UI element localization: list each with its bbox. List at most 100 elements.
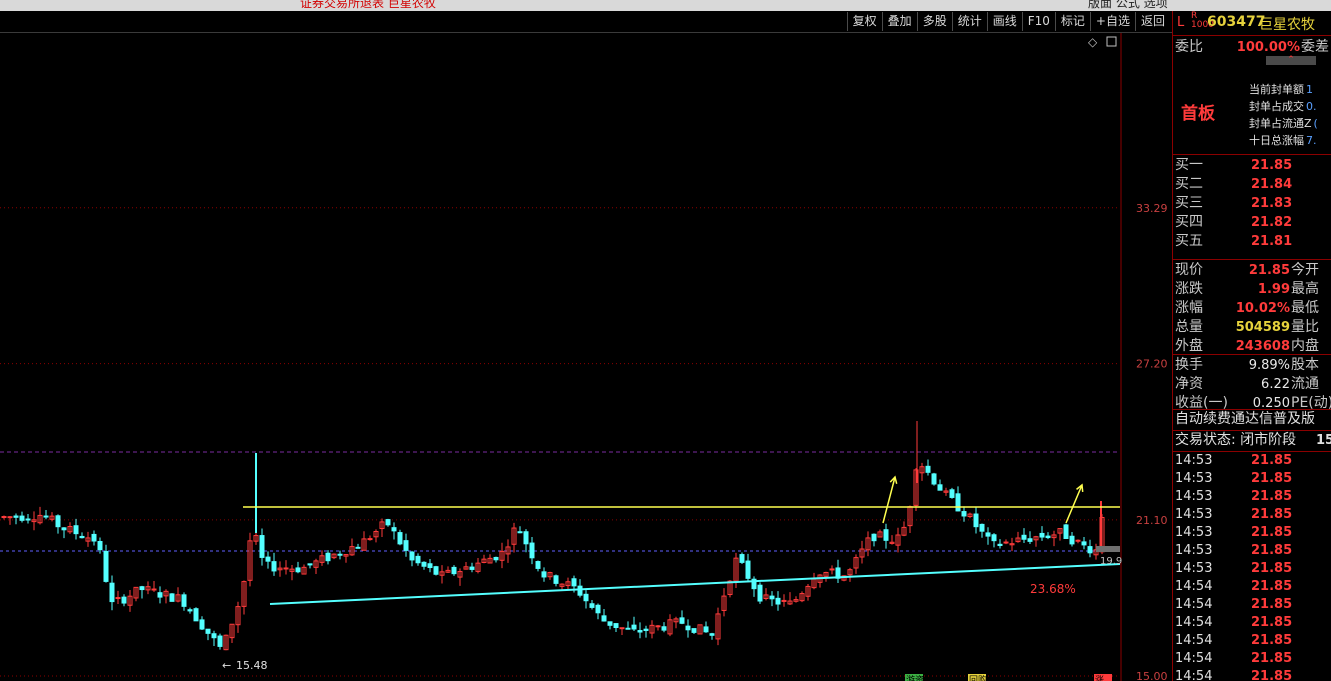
fund-value: 6.22 [1261,377,1290,392]
toolbar-button-2[interactable]: 多股 [916,12,952,31]
bid-label: 买五 [1175,233,1203,249]
tick-price: 21.85 [1251,561,1293,576]
divider [1173,259,1331,260]
candle-body [403,540,409,551]
toolbar-button-6[interactable]: 标记 [1054,12,1090,31]
candle-body [391,527,397,532]
tick-time: 14:53 [1175,471,1213,486]
tick-price: 21.85 [1251,489,1293,504]
candle-body [421,561,427,567]
last-price-badge [1096,546,1120,552]
tick-price: 21.85 [1251,597,1293,612]
quote-value: 504589 [1235,320,1290,335]
tick-row[interactable]: 14:53 21.85 [1173,470,1331,488]
candle-body [1087,546,1093,554]
tick-row[interactable]: 14:54 21.85 [1173,614,1331,632]
candle-body [541,571,547,578]
toolbar-button-4[interactable]: 画线 [986,12,1022,31]
tick-row[interactable]: 14:54 21.85 [1173,668,1331,681]
toolbar-button-3[interactable]: 统计 [951,12,987,31]
fund-label2: 股本 [1291,357,1319,373]
candle-body [61,527,67,531]
promo-row[interactable]: 自动续费通达信普及版 [1173,410,1331,429]
tick-row[interactable]: 14:53 21.85 [1173,542,1331,560]
candle-body [217,635,223,647]
candle-body [25,518,31,521]
tick-time: 14:53 [1175,561,1213,576]
kline-chart[interactable]: 33.29 27.20 21.10 15.00 ← 15.48 23.68% 19.9 游资 回购… [0,33,1172,681]
candle-body [703,626,709,633]
stock-code: 603477 [1207,14,1266,30]
candle-body [433,566,439,575]
seal-item-value: 0. [1306,100,1317,113]
candle-body [19,515,25,521]
kline-svg[interactable]: 33.29 27.20 21.10 15.00 ← 15.48 23.68% 19.9 游资 回购… [0,33,1172,681]
weicha-label: 委差 [1301,39,1329,55]
toolbar-button-7[interactable]: +自选 [1089,12,1135,31]
candle-body [709,633,715,636]
quote-label2: 最低 [1291,300,1319,316]
tick-row[interactable]: 14:54 21.85 [1173,650,1331,668]
bid-row[interactable]: 买三 21.83 [1173,194,1331,213]
tick-row[interactable]: 14:53 21.85 [1173,488,1331,506]
quote-value: 10.02% [1235,301,1290,316]
promo-text[interactable]: 自动续费通达信普及版 [1175,410,1315,429]
seal-item: 十日总涨幅 7. [1249,132,1317,148]
candle-body [199,619,205,630]
candle-body [985,532,991,537]
toolbar-button-8[interactable]: 返回 [1134,12,1170,31]
candle-body [1075,539,1081,542]
tick-price: 21.85 [1251,651,1293,666]
candle-body [949,489,955,498]
candle-body [1003,541,1009,544]
candle-body [211,633,217,639]
candle-body [469,566,475,570]
bid-row[interactable]: 买四 21.82 [1173,213,1331,232]
seal-item-label: 十日总涨幅 [1249,134,1304,147]
tick-row[interactable]: 14:53 21.85 [1173,524,1331,542]
window-title: 证券交易所退表 巨星农牧 [300,0,436,10]
bid-row[interactable]: 买五 21.81 [1173,232,1331,251]
tick-row[interactable]: 14:54 21.85 [1173,578,1331,596]
bid-label: 买二 [1175,176,1203,192]
candle-body [517,531,523,534]
tick-price: 21.85 [1251,471,1293,486]
bid-row[interactable]: 买一 21.85 [1173,156,1331,175]
quote-label2: 最高 [1291,281,1319,297]
top-menu[interactable]: 版面 公式 选项 [1088,0,1168,11]
toolbar-button-5[interactable]: F10 [1021,12,1055,31]
candle-body [571,578,577,587]
candle-body [1045,535,1051,539]
seal-item: 当前封单额 1 [1249,81,1313,97]
candle-body [955,493,961,512]
candle-body [307,563,313,566]
bid-price: 21.82 [1251,215,1293,230]
tick-row[interactable]: 14:53 21.85 [1173,560,1331,578]
candle-body [409,551,415,561]
collapse-button[interactable]: ⌃ [1266,56,1316,65]
quote-label: 涨跌 [1175,281,1203,297]
seal-item: 封单占成交 0. [1249,98,1317,114]
last-price-label: 19.9 [1100,556,1122,567]
candle-body [685,625,691,631]
stock-header[interactable]: L R 1000 603477 巨星农牧 [1173,11,1331,35]
tick-price: 21.85 [1251,615,1293,630]
candle-body [1069,535,1075,545]
bid-row[interactable]: 买二 21.84 [1173,175,1331,194]
toolbar-button-1[interactable]: 叠加 [881,12,917,31]
toolbar-button-0[interactable]: 复权 [846,12,882,31]
tick-time: 14:53 [1175,453,1213,468]
quote-value: 1.99 [1257,282,1290,297]
bid-label: 买四 [1175,214,1203,230]
top-strip: 证券交易所退表 巨星农牧 版面 公式 选项 [0,0,1331,11]
seal-item-value: 1 [1306,83,1313,96]
tick-row[interactable]: 14:54 21.85 [1173,632,1331,650]
tick-row[interactable]: 14:54 21.85 [1173,596,1331,614]
tick-row[interactable]: 14:53 21.85 [1173,452,1331,470]
bid-price: 21.83 [1251,196,1293,211]
candle-body [619,627,625,630]
candle-body [115,597,121,600]
candle-body [925,465,931,473]
tick-price: 21.85 [1251,507,1293,522]
tick-row[interactable]: 14:53 21.85 [1173,506,1331,524]
